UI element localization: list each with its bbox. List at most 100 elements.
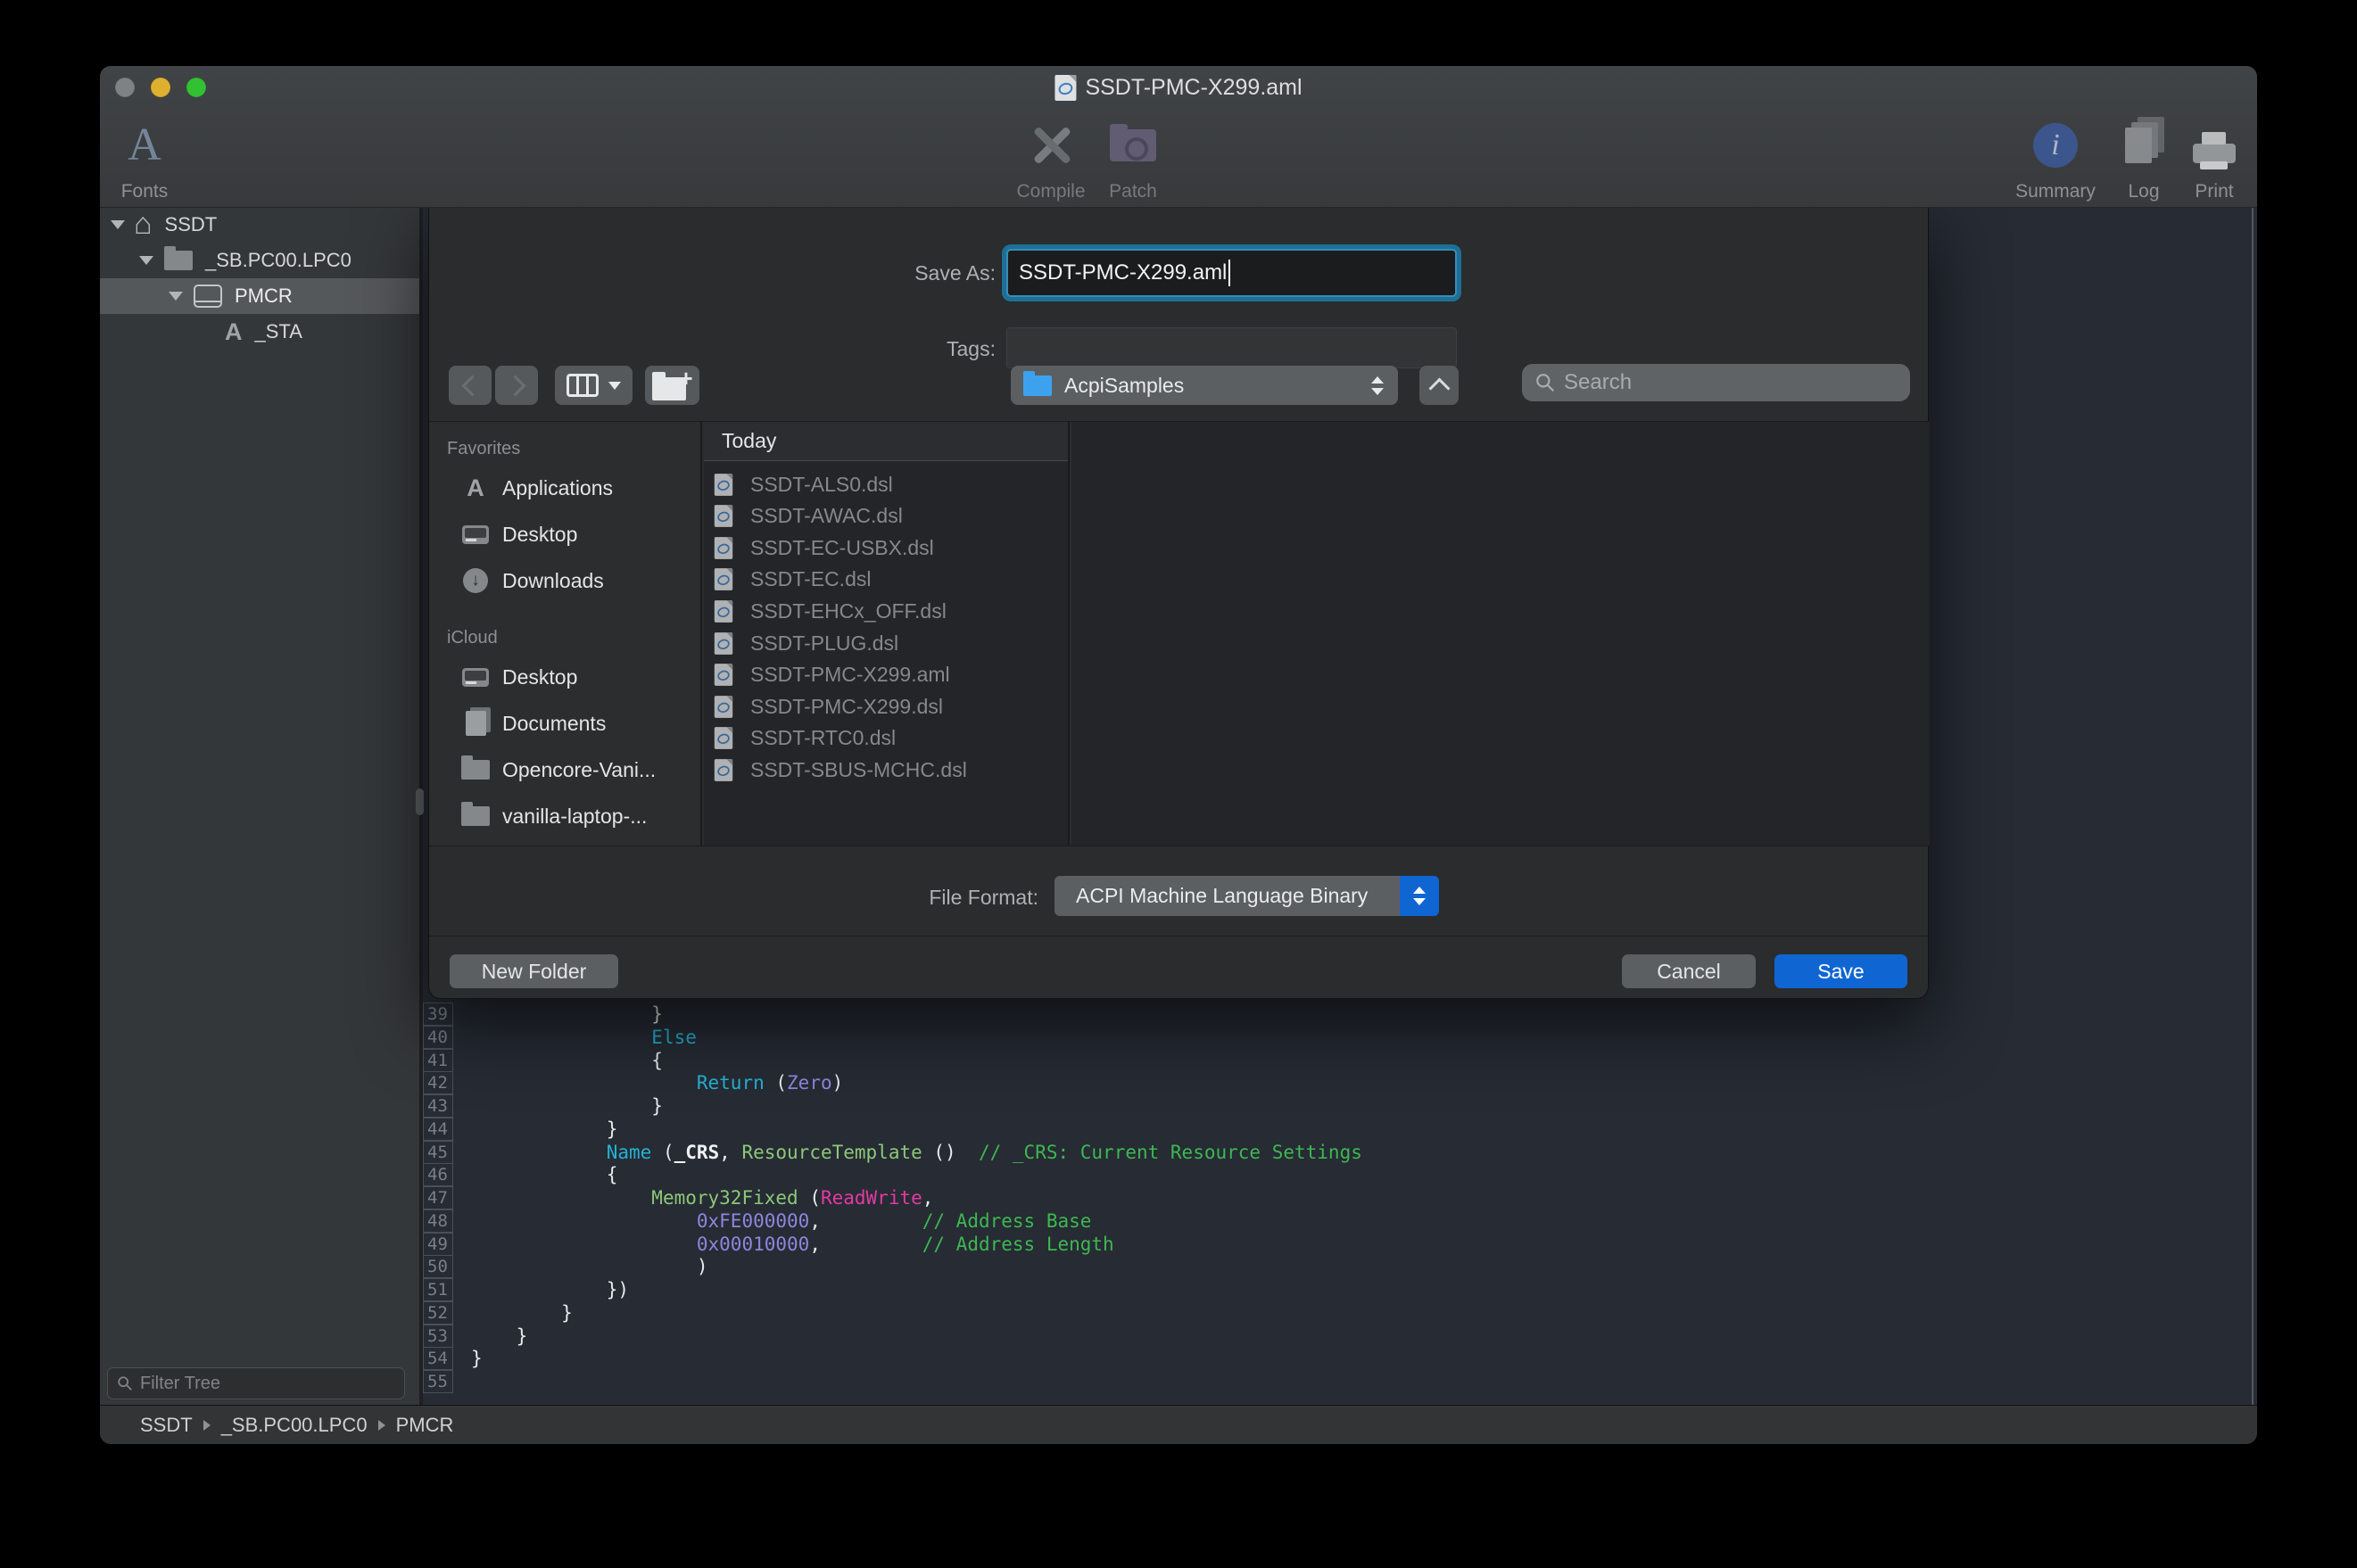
tags-input[interactable]	[1006, 327, 1457, 368]
code-line: 50 )	[423, 1255, 2257, 1278]
code-line: 55	[423, 1370, 2257, 1393]
fonts-icon: A	[128, 122, 161, 169]
documents-icon	[461, 711, 490, 736]
empty-column	[1071, 422, 1930, 846]
back-button[interactable]	[449, 366, 492, 405]
popup-updown-icon	[1371, 376, 1384, 395]
line-number: 42	[423, 1071, 453, 1094]
compile-tools-icon	[1026, 120, 1076, 170]
sidebar-item-documents[interactable]: Documents	[429, 700, 700, 747]
filter-tree-input[interactable]: Filter Tree	[107, 1367, 405, 1399]
file-row[interactable]: SSDT-EC-USBX.dsl	[704, 532, 1068, 564]
search-icon	[117, 1375, 133, 1391]
file-name: SSDT-SBUS-MCHC.dsl	[750, 758, 967, 782]
print-toolbar-button[interactable]: Print	[2174, 120, 2254, 202]
file-row[interactable]: SSDT-PMC-X299.aml	[704, 659, 1068, 691]
view-mode-button[interactable]	[555, 366, 633, 405]
forward-button[interactable]	[495, 366, 538, 405]
save-as-input[interactable]: SSDT-PMC-X299.aml	[1006, 249, 1457, 297]
disclosure-triangle-icon[interactable]	[111, 220, 125, 229]
sidebar-item-desktop[interactable]: Desktop	[429, 511, 700, 557]
chevron-right-icon	[203, 1420, 211, 1431]
save-dialog-sheet: Save As: SSDT-PMC-X299.aml Tags: +	[428, 205, 1929, 999]
go-up-button[interactable]	[1419, 366, 1459, 405]
status-breadcrumb: SSDT _SB.PC00.LPC0 PMCR	[100, 1405, 2257, 1444]
line-number: 39	[423, 1003, 453, 1026]
code-line: 45 Name (_CRS, ResourceTemplate () // _C…	[423, 1141, 2257, 1164]
minimize-button[interactable]	[151, 78, 170, 97]
file-row[interactable]: SSDT-EHCx_OFF.dsl	[704, 595, 1068, 627]
tree-item-sta[interactable]: _STA	[100, 314, 419, 350]
file-document-icon	[715, 664, 732, 686]
sidebar-item-desktop[interactable]: Desktop	[429, 654, 700, 700]
code-line: 51 })	[423, 1278, 2257, 1301]
file-document-icon	[715, 505, 732, 527]
location-popup[interactable]: AcpiSamples	[1011, 366, 1398, 405]
search-input[interactable]: Search	[1522, 364, 1910, 401]
line-number: 48	[423, 1209, 453, 1233]
sidebar-item-vanilla-laptop-[interactable]: vanilla-laptop-...	[429, 793, 700, 839]
file-format-value: ACPI Machine Language Binary	[1076, 884, 1368, 908]
chevron-up-icon	[1428, 377, 1450, 399]
line-number: 55	[423, 1370, 453, 1393]
window-title: SSDT-PMC-X299.aml	[1054, 71, 1302, 103]
line-number: 53	[423, 1325, 453, 1348]
file-format-popup[interactable]: ACPI Machine Language Binary	[1054, 876, 1439, 916]
fonts-toolbar-button[interactable]: A Fonts	[100, 120, 189, 202]
file-browser: FavoritesApplicationsDesktopDownloadsiCl…	[429, 421, 1930, 846]
summary-toolbar-button[interactable]: i Summary	[2015, 120, 2096, 202]
file-row[interactable]: SSDT-PMC-X299.dsl	[704, 690, 1068, 722]
breadcrumb-item: PMCR	[396, 1414, 454, 1437]
sidebar-item-opencore-vani-[interactable]: Opencore-Vani...	[429, 747, 700, 793]
file-row[interactable]: SSDT-AWAC.dsl	[704, 500, 1068, 532]
chevron-right-icon	[504, 375, 525, 396]
file-row[interactable]: SSDT-SBUS-MCHC.dsl	[704, 754, 1068, 786]
disclosure-triangle-icon[interactable]	[169, 292, 183, 301]
line-number: 41	[423, 1049, 453, 1072]
code-line: 39 }	[423, 1003, 2257, 1026]
sidebar-item-applications[interactable]: Applications	[429, 465, 700, 511]
new-folder-icon-button[interactable]: +	[645, 366, 699, 405]
sidebar-item-downloads[interactable]: Downloads	[429, 557, 700, 604]
file-document-icon	[715, 727, 732, 749]
tree-item-ssdt[interactable]: SSDT	[100, 207, 419, 243]
line-number: 49	[423, 1233, 453, 1256]
sidebar-item-label: Applications	[502, 476, 613, 500]
file-row[interactable]: SSDT-EC.dsl	[704, 564, 1068, 596]
file-list-column: Today SSDT-ALS0.dslSSDT-AWAC.dslSSDT-EC-…	[704, 422, 1070, 846]
tree-item-pmcr[interactable]: PMCR	[100, 278, 419, 314]
text-cursor	[1228, 260, 1230, 286]
save-button[interactable]: Save	[1774, 954, 1907, 988]
method-icon	[225, 318, 243, 346]
sidebar-item-label: Desktop	[502, 523, 577, 547]
line-number: 46	[423, 1163, 453, 1186]
divider	[429, 936, 1928, 937]
file-name: SSDT-ALS0.dsl	[750, 473, 893, 497]
line-number: 52	[423, 1301, 453, 1325]
tree-item-label: PMCR	[235, 285, 293, 308]
tree-item-sb-pc00-lpc0[interactable]: _SB.PC00.LPC0	[100, 243, 419, 278]
file-name: SSDT-EC-USBX.dsl	[750, 536, 934, 560]
patch-toolbar-button[interactable]: Patch	[1079, 120, 1187, 202]
zoom-button[interactable]	[186, 78, 206, 97]
close-button[interactable]	[115, 78, 135, 97]
file-document-icon	[715, 632, 732, 655]
code-line: 46 {	[423, 1163, 2257, 1186]
breadcrumb-item: SSDT	[140, 1414, 193, 1437]
file-row[interactable]: SSDT-PLUG.dsl	[704, 627, 1068, 659]
code-line: 48 0xFE000000, // Address Base	[423, 1209, 2257, 1233]
file-document-icon	[715, 537, 732, 559]
file-name: SSDT-PMC-X299.dsl	[750, 695, 943, 719]
cancel-button[interactable]: Cancel	[1622, 954, 1756, 988]
disclosure-triangle-icon[interactable]	[139, 256, 153, 265]
tree-sidebar: SSDT _SB.PC00.LPC0 PMCR _STA	[100, 207, 423, 1405]
tree-item-label: _STA	[255, 320, 302, 343]
new-folder-button[interactable]: New Folder	[450, 954, 618, 988]
line-number: 45	[423, 1141, 453, 1164]
pane-splitter-handle[interactable]	[416, 788, 424, 815]
file-row[interactable]: SSDT-ALS0.dsl	[704, 468, 1068, 500]
applications-icon	[461, 475, 490, 502]
desktop-icon	[461, 525, 490, 544]
log-toolbar-button[interactable]: Log	[2104, 120, 2184, 202]
file-row[interactable]: SSDT-RTC0.dsl	[704, 722, 1068, 755]
